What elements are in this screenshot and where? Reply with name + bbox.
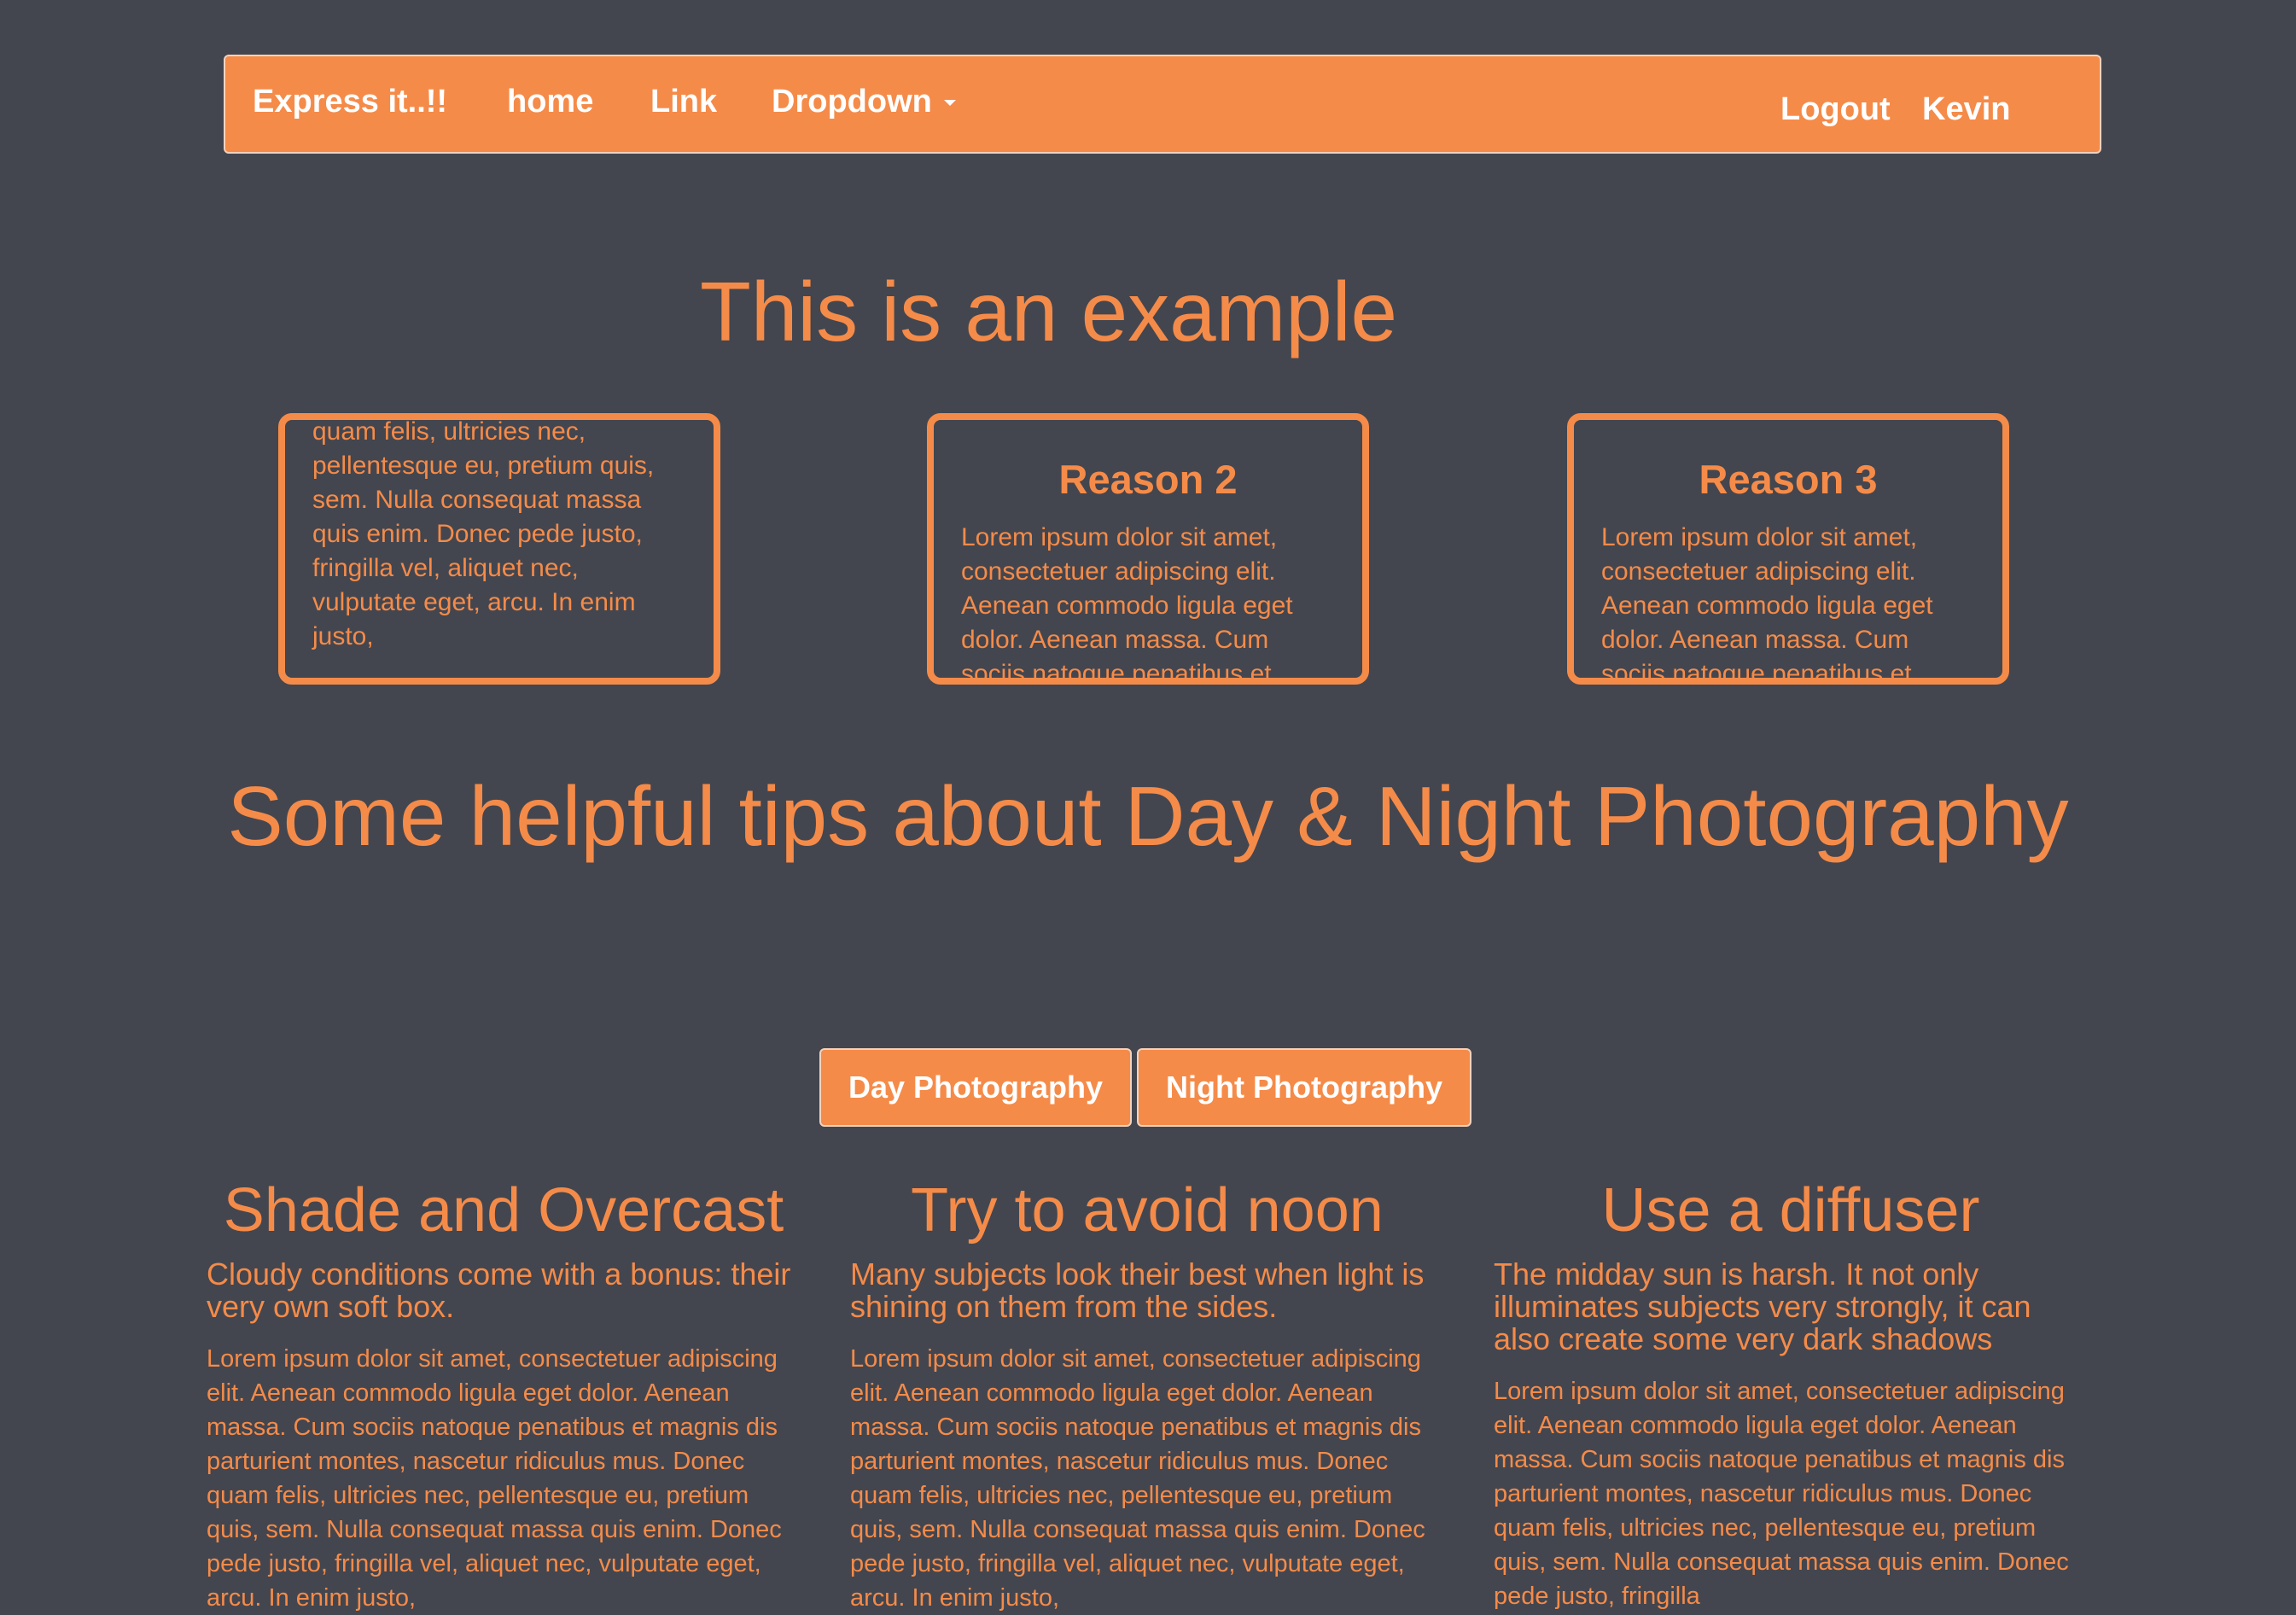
nav-dropdown[interactable]: Dropdown (772, 85, 956, 118)
navbar-brand[interactable]: Express it..!! (253, 85, 447, 118)
logout-link[interactable]: Logout (1780, 93, 1891, 125)
navbar: Express it..!! home Link Dropdown Logout… (224, 55, 2101, 154)
reason-card-1-content: Lorem ipsum dolor sit amet, consectetuer… (312, 417, 686, 654)
user-name-link[interactable]: Kevin (1922, 93, 2010, 125)
reason-card-1[interactable]: Lorem ipsum dolor sit amet, consectetuer… (278, 413, 720, 685)
reason-card-3-content: Reason 3 Lorem ipsum dolor sit amet, con… (1601, 454, 1975, 685)
tip-column-3-text: Lorem ipsum dolor sit amet, consectetuer… (1494, 1378, 2069, 1610)
tip-column-1-text: Lorem ipsum dolor sit amet, consectetuer… (207, 1345, 782, 1612)
tip-column-2-text: Lorem ipsum dolor sit amet, consectetuer… (850, 1345, 1425, 1612)
tip-column-2-lead: Many subjects look their best when light… (850, 1256, 1425, 1324)
tip-column-3-title: Use a diffuser (1601, 1176, 1980, 1245)
tip-column-3: Use a diffuser The midday sun is harsh. … (1494, 1171, 2088, 1613)
reason-card-2-title: Reason 2 (1058, 457, 1238, 502)
nav-link-link[interactable]: Link (650, 85, 717, 118)
day-photography-button[interactable]: Day Photography (819, 1048, 1132, 1127)
tip-column-1-lead: Cloudy conditions come with a bonus: the… (207, 1256, 791, 1324)
reason-card-3[interactable]: Reason 3 Lorem ipsum dolor sit amet, con… (1567, 413, 2009, 685)
reason-card-2-content: Reason 2 Lorem ipsum dolor sit amet, con… (961, 454, 1335, 685)
reason-card-2-text: Lorem ipsum dolor sit amet, consectetuer… (961, 523, 1293, 685)
reason-card-3-text: Lorem ipsum dolor sit amet, consectetuer… (1601, 523, 1933, 685)
reason-card-1-text: Lorem ipsum dolor sit amet, consectetuer… (312, 417, 655, 650)
reason-card-2[interactable]: Reason 2 Lorem ipsum dolor sit amet, con… (927, 413, 1369, 685)
tip-column-1-title: Shade and Overcast (223, 1176, 784, 1245)
tip-column-2: Try to avoid noon Many subjects look the… (850, 1171, 1444, 1615)
tips-title: Some helpful tips about Day & Night Phot… (227, 769, 2069, 863)
reason-card-3-title: Reason 3 (1699, 457, 1878, 502)
nav-link-home[interactable]: home (507, 85, 593, 118)
night-photography-button[interactable]: Night Photography (1137, 1048, 1471, 1127)
tip-column-1: Shade and Overcast Cloudy conditions com… (207, 1171, 801, 1615)
tip-column-2-title: Try to avoid noon (911, 1176, 1384, 1245)
nav-dropdown-label: Dropdown (772, 84, 932, 120)
hero-title: This is an example (700, 265, 1398, 359)
caret-down-icon (943, 100, 956, 107)
tip-column-3-lead: The midday sun is harsh. It not only ill… (1494, 1256, 2031, 1356)
